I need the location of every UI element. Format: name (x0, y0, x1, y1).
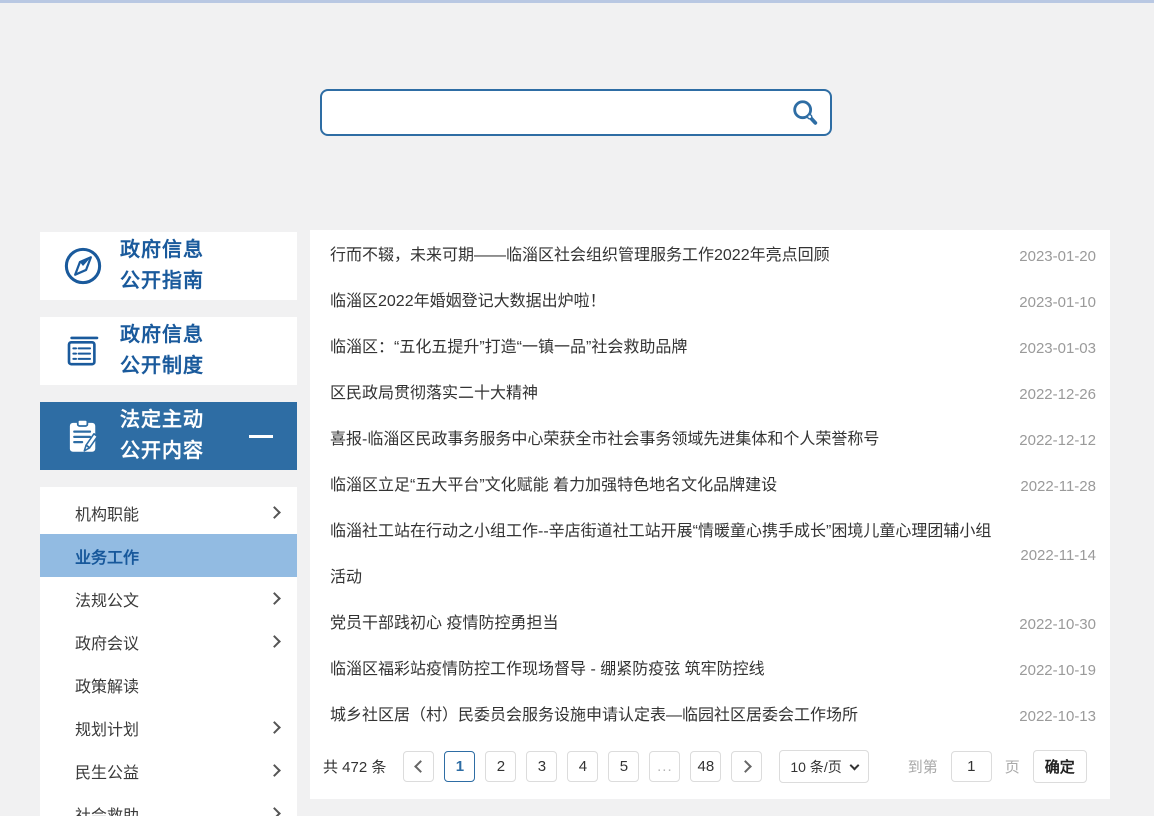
chevron-right-icon (268, 807, 281, 816)
compass-icon (62, 245, 104, 287)
article-list-panel: 行而不辍，未来可期——临淄区社会组织管理服务工作2022年亮点回顾 2023-0… (310, 230, 1110, 799)
goto-page-input[interactable] (950, 751, 992, 782)
sidebar-item-statutory-disclosure[interactable]: 法定主动 公开内容 (40, 402, 297, 470)
page-button-5[interactable]: 5 (608, 751, 640, 782)
list-item[interactable]: 党员干部践初心 疫情防控勇担当 2022-10-30 (330, 601, 1096, 647)
sidebar-item-minshenggongyi[interactable]: 民生公益 (40, 749, 297, 792)
sidebar-item-zhengfuhuiyi[interactable]: 政府会议 (40, 620, 297, 663)
collapse-minus-icon (249, 434, 273, 438)
chevron-right-icon (268, 506, 281, 519)
sidebar-item-guihuajihua[interactable]: 规划计划 (40, 706, 297, 749)
chevron-right-icon (268, 635, 281, 648)
confirm-button[interactable]: 确定 (1032, 750, 1087, 783)
page-button-1[interactable]: 1 (444, 751, 476, 782)
document-icon (62, 330, 104, 372)
page-button-4[interactable]: 4 (567, 751, 599, 782)
sidebar-item-gov-info-guide[interactable]: 政府信息 公开指南 (40, 232, 297, 300)
top-accent-strip (0, 0, 1154, 3)
sidebar-item-faguigongwen[interactable]: 法规公文 (40, 577, 297, 620)
chevron-left-icon (414, 760, 427, 773)
article-date: 2022-10-13 (1019, 707, 1096, 725)
page-ellipsis-button[interactable]: ... (649, 751, 681, 782)
article-date: 2022-10-19 (1019, 661, 1096, 679)
article-date: 2022-12-26 (1019, 385, 1096, 403)
chevron-right-icon (739, 760, 752, 773)
article-list: 行而不辍，未来可期——临淄区社会组织管理服务工作2022年亮点回顾 2023-0… (330, 233, 1096, 739)
list-item[interactable]: 城乡社区居（村）民委员会服务设施申请认定表—临园社区居委会工作场所 2022-1… (330, 693, 1096, 739)
page-size-select[interactable]: 10 条/页 (779, 750, 869, 783)
chevron-right-icon (268, 764, 281, 777)
prev-page-button[interactable] (403, 751, 435, 782)
list-item[interactable]: 临淄社工站在行动之小组工作--辛店街道社工站开展“情暖童心携手成长”困境儿童心理… (330, 509, 1096, 601)
page-button-48[interactable]: 48 (690, 751, 722, 782)
article-date: 2023-01-20 (1019, 247, 1096, 265)
article-date: 2023-01-03 (1019, 339, 1096, 357)
list-item[interactable]: 临淄区立足“五大平台”文化赋能 着力加强特色地名文化品牌建设 2022-11-2… (330, 463, 1096, 509)
list-item[interactable]: 区民政局贯彻落实二十大精神 2022-12-26 (330, 371, 1096, 417)
goto-prefix-label: 到第 (907, 759, 938, 776)
search-button[interactable] (786, 98, 830, 128)
article-date: 2022-12-12 (1019, 431, 1096, 449)
sidebar-item-jigouzhineng[interactable]: 机构职能 (40, 491, 297, 534)
page-button-3[interactable]: 3 (526, 751, 558, 782)
page-button-2[interactable]: 2 (485, 751, 517, 782)
goto-page-group: 到第 页 确定 (908, 750, 1087, 783)
article-date: 2023-01-10 (1019, 293, 1096, 311)
sidebar-item-label: 法定主动 公开内容 (120, 409, 204, 462)
sidebar-submenu: 机构职能 业务工作 法规公文 政府会议 政策解读 规划计划 民生公益 社会救助 (40, 487, 297, 816)
sidebar-item-label: 政府信息 公开指南 (120, 239, 204, 292)
sidebar-item-zhengcejiedu[interactable]: 政策解读 (40, 663, 297, 706)
chevron-down-icon (849, 760, 860, 770)
article-date: 2022-11-28 (1020, 477, 1096, 495)
search-bar (320, 89, 832, 136)
next-page-button[interactable] (731, 751, 763, 782)
sidebar-item-yewugongzuo[interactable]: 业务工作 (40, 534, 297, 577)
sidebar-item-shehuijiuzhu[interactable]: 社会救助 (40, 792, 297, 816)
list-item[interactable]: 临淄区：“五化五提升”打造“一镇一品”社会救助品牌 2023-01-03 (330, 325, 1096, 371)
search-icon (790, 98, 820, 128)
list-item[interactable]: 临淄区2022年婚姻登记大数据出炉啦！ 2023-01-10 (330, 279, 1096, 325)
chevron-right-icon (268, 592, 281, 605)
clipboard-pen-icon (62, 415, 104, 457)
article-date: 2022-11-14 (1020, 546, 1096, 564)
chevron-right-icon (268, 721, 281, 734)
pagination: 共 472 条 1 2 3 4 5 ... 48 10 条/页 到第 页 确定 (323, 750, 1096, 783)
sidebar-item-gov-info-system[interactable]: 政府信息 公开制度 (40, 317, 297, 385)
list-item[interactable]: 行而不辍，未来可期——临淄区社会组织管理服务工作2022年亮点回顾 2023-0… (330, 233, 1096, 279)
list-item[interactable]: 喜报-临淄区民政事务服务中心荣获全市社会事务领域先进集体和个人荣誉称号 2022… (330, 417, 1096, 463)
sidebar: 政府信息 公开指南 政府信息 公开制度 法定主动 公开内容 机构职能 业务工作 … (40, 232, 297, 816)
list-item[interactable]: 临淄区福彩站疫情防控工作现场督导 - 绷紧防疫弦 筑牢防控线 2022-10-1… (330, 647, 1096, 693)
search-input[interactable] (322, 91, 786, 134)
total-count: 共 472 条 (323, 759, 387, 776)
article-date: 2022-10-30 (1019, 615, 1096, 633)
goto-suffix-label: 页 (1004, 759, 1020, 776)
sidebar-item-label: 政府信息 公开制度 (120, 324, 204, 377)
